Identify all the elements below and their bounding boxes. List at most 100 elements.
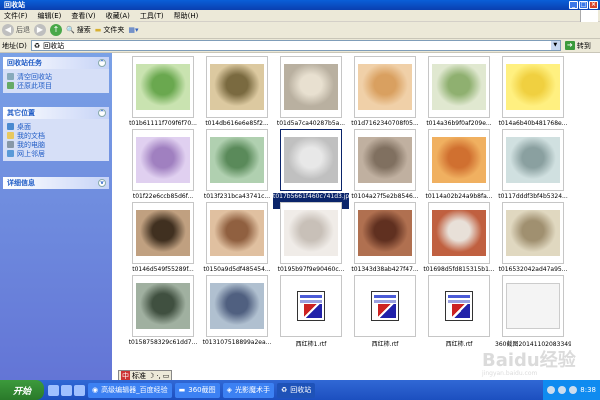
image-file-item[interactable] [502,56,564,118]
file-name-label[interactable]: t014a36b9f0af209e... [421,120,497,127]
ie-icon[interactable] [48,384,59,396]
moon-icon[interactable]: ☽ [148,372,154,380]
address-bar: 地址(D) ♻ 回收站 ▼ ➜ 转到 [0,39,600,53]
tray-icon[interactable] [569,386,578,394]
start-label: 开始 [12,386,31,397]
menu-help[interactable]: 帮助(H) [170,11,205,21]
network-link[interactable]: 网上邻居 [7,149,105,158]
empty-bin-icon [7,73,14,80]
folders-button[interactable]: ▬ 文件夹 [95,25,125,35]
menu-file[interactable]: 文件(F) [0,11,34,21]
image-file-item[interactable] [206,275,268,337]
menu-edit[interactable]: 编辑(E) [34,11,68,21]
tray-icon[interactable] [558,386,567,394]
panel-header[interactable]: 其它位置 ^ [3,107,109,119]
file-name-label[interactable]: t0146d549f55289f... [125,266,201,273]
expand-icon[interactable]: v [98,179,106,187]
back-label: 后退 [16,26,30,34]
image-file-item[interactable] [428,56,490,118]
rtf-file-item[interactable] [280,275,342,337]
file-name-label[interactable]: t0195b97f9e90460c... [273,266,349,273]
media-icon[interactable] [61,384,72,396]
close-button[interactable]: × [589,1,598,9]
rtf-document-icon [371,291,399,321]
file-name-label[interactable]: t01b61111f709f6f70... [125,120,201,127]
ime-mode[interactable]: 标准 [132,371,146,381]
image-file-item[interactable] [132,202,194,264]
photo-thumbnail [210,64,264,110]
file-name-label[interactable]: t013107518899a2ea... [199,339,275,346]
image-file-item[interactable] [280,56,342,118]
task-button-screenshot[interactable]: ▬ 360截图 [174,382,220,398]
start-button[interactable]: 开始 [0,380,44,400]
file-name-label[interactable]: t01f22e6ccb85d6f... [125,193,201,200]
image-file-item[interactable] [354,129,416,191]
image-file-item[interactable] [206,129,268,191]
image-file-item[interactable] [502,202,564,264]
minimize-button[interactable]: _ [569,1,578,9]
menu-view[interactable]: 查看(V) [67,11,101,21]
watermark: Baidu经验 jingyan.baidu.com [482,346,576,377]
file-name-label[interactable]: t013f231bca43741c... [199,193,275,200]
file-name-label[interactable]: t01d7162340708f05... [347,120,423,127]
file-name-label[interactable]: t0117dddf3bf4b5324... [495,193,571,200]
image-file-item[interactable] [132,56,194,118]
image-file-item[interactable] [280,202,342,264]
file-name-label[interactable]: t01343d38ab427f47... [347,266,423,273]
file-view: t01b61111f709f6f70... t014db616e6e85f2...… [112,53,600,380]
chevron-down-icon[interactable]: ▼ [550,41,560,50]
windows-flag-icon [580,10,598,22]
address-input[interactable]: ♻ 回收站 ▼ [30,40,561,51]
restore-item-link[interactable]: 还原此项目 [7,81,105,90]
go-arrow-icon: ➜ [564,41,575,50]
file-name-label[interactable]: 西红柿1.rtf [273,339,349,348]
image-file-item[interactable] [354,202,416,264]
image-file-item[interactable] [132,275,194,337]
file-name-label[interactable]: t014db616e6e85f2... [199,120,275,127]
task-button-editor[interactable]: ◉ 高级编辑器_百度经验 [88,382,172,398]
go-button[interactable]: ➜ 转到 [564,41,591,51]
task-button-photo[interactable]: ◈ 光影魔术手 [222,382,274,398]
image-file-item[interactable] [502,129,564,191]
image-file-item[interactable] [428,202,490,264]
collapse-icon[interactable]: ^ [98,59,106,67]
tray-icon[interactable] [547,386,556,394]
maximize-button[interactable]: □ [579,1,588,9]
menu-favorites[interactable]: 收藏(A) [102,11,136,21]
image-file-item[interactable] [354,56,416,118]
search-button[interactable]: 🔍 搜索 [66,25,91,35]
show-desktop-icon[interactable] [74,384,85,396]
file-name-label[interactable]: t01698d5fd815315b1... [421,266,497,273]
forward-button[interactable]: ▶ [34,24,46,36]
punctuation-icon[interactable]: ·, [156,372,160,380]
ime-icon[interactable]: 中 [121,370,130,381]
rtf-file-item[interactable] [428,275,490,337]
file-name-label[interactable]: t01d5a7ca40287b5a... [273,120,349,127]
clock[interactable]: 8:38 [580,386,596,394]
image-file-item[interactable] [428,129,490,191]
watermark-url: jingyan.baidu.com [482,370,538,377]
image-file-item[interactable] [206,202,268,264]
file-name-label[interactable]: t0114a02b24a9b8fa... [421,193,497,200]
file-name-label[interactable]: t0150a9d5df485454... [199,266,275,273]
views-button[interactable]: ▦▾ [128,26,138,34]
file-name-label[interactable]: t0158758329c61dd7... [125,339,201,346]
back-button[interactable]: ◀ 后退 [2,24,30,36]
up-button[interactable]: ↑ [50,24,62,36]
panel-header[interactable]: 详细信息 v [3,177,109,189]
keyboard-icon[interactable]: ▭ [163,372,170,380]
file-name-label[interactable]: t0104a27f5e2b8546... [347,193,423,200]
task-label: 360截图 [188,386,216,394]
file-name-label[interactable]: 西红柿.rtf [347,339,423,348]
image-file-item[interactable] [502,275,564,337]
panel-header[interactable]: 回收站任务 ^ [3,57,109,69]
image-file-item[interactable] [206,56,268,118]
image-file-item[interactable] [132,129,194,191]
task-button-recycle[interactable]: ♻ 回收站 [277,382,316,398]
rtf-file-item[interactable] [354,275,416,337]
menu-tools[interactable]: 工具(T) [136,11,170,21]
collapse-icon[interactable]: ^ [98,109,106,117]
image-file-item[interactable] [280,129,342,191]
file-name-label[interactable]: t016532042ad47a95... [495,266,571,273]
file-name-label[interactable]: t014a6b40b481768e... [495,120,571,127]
